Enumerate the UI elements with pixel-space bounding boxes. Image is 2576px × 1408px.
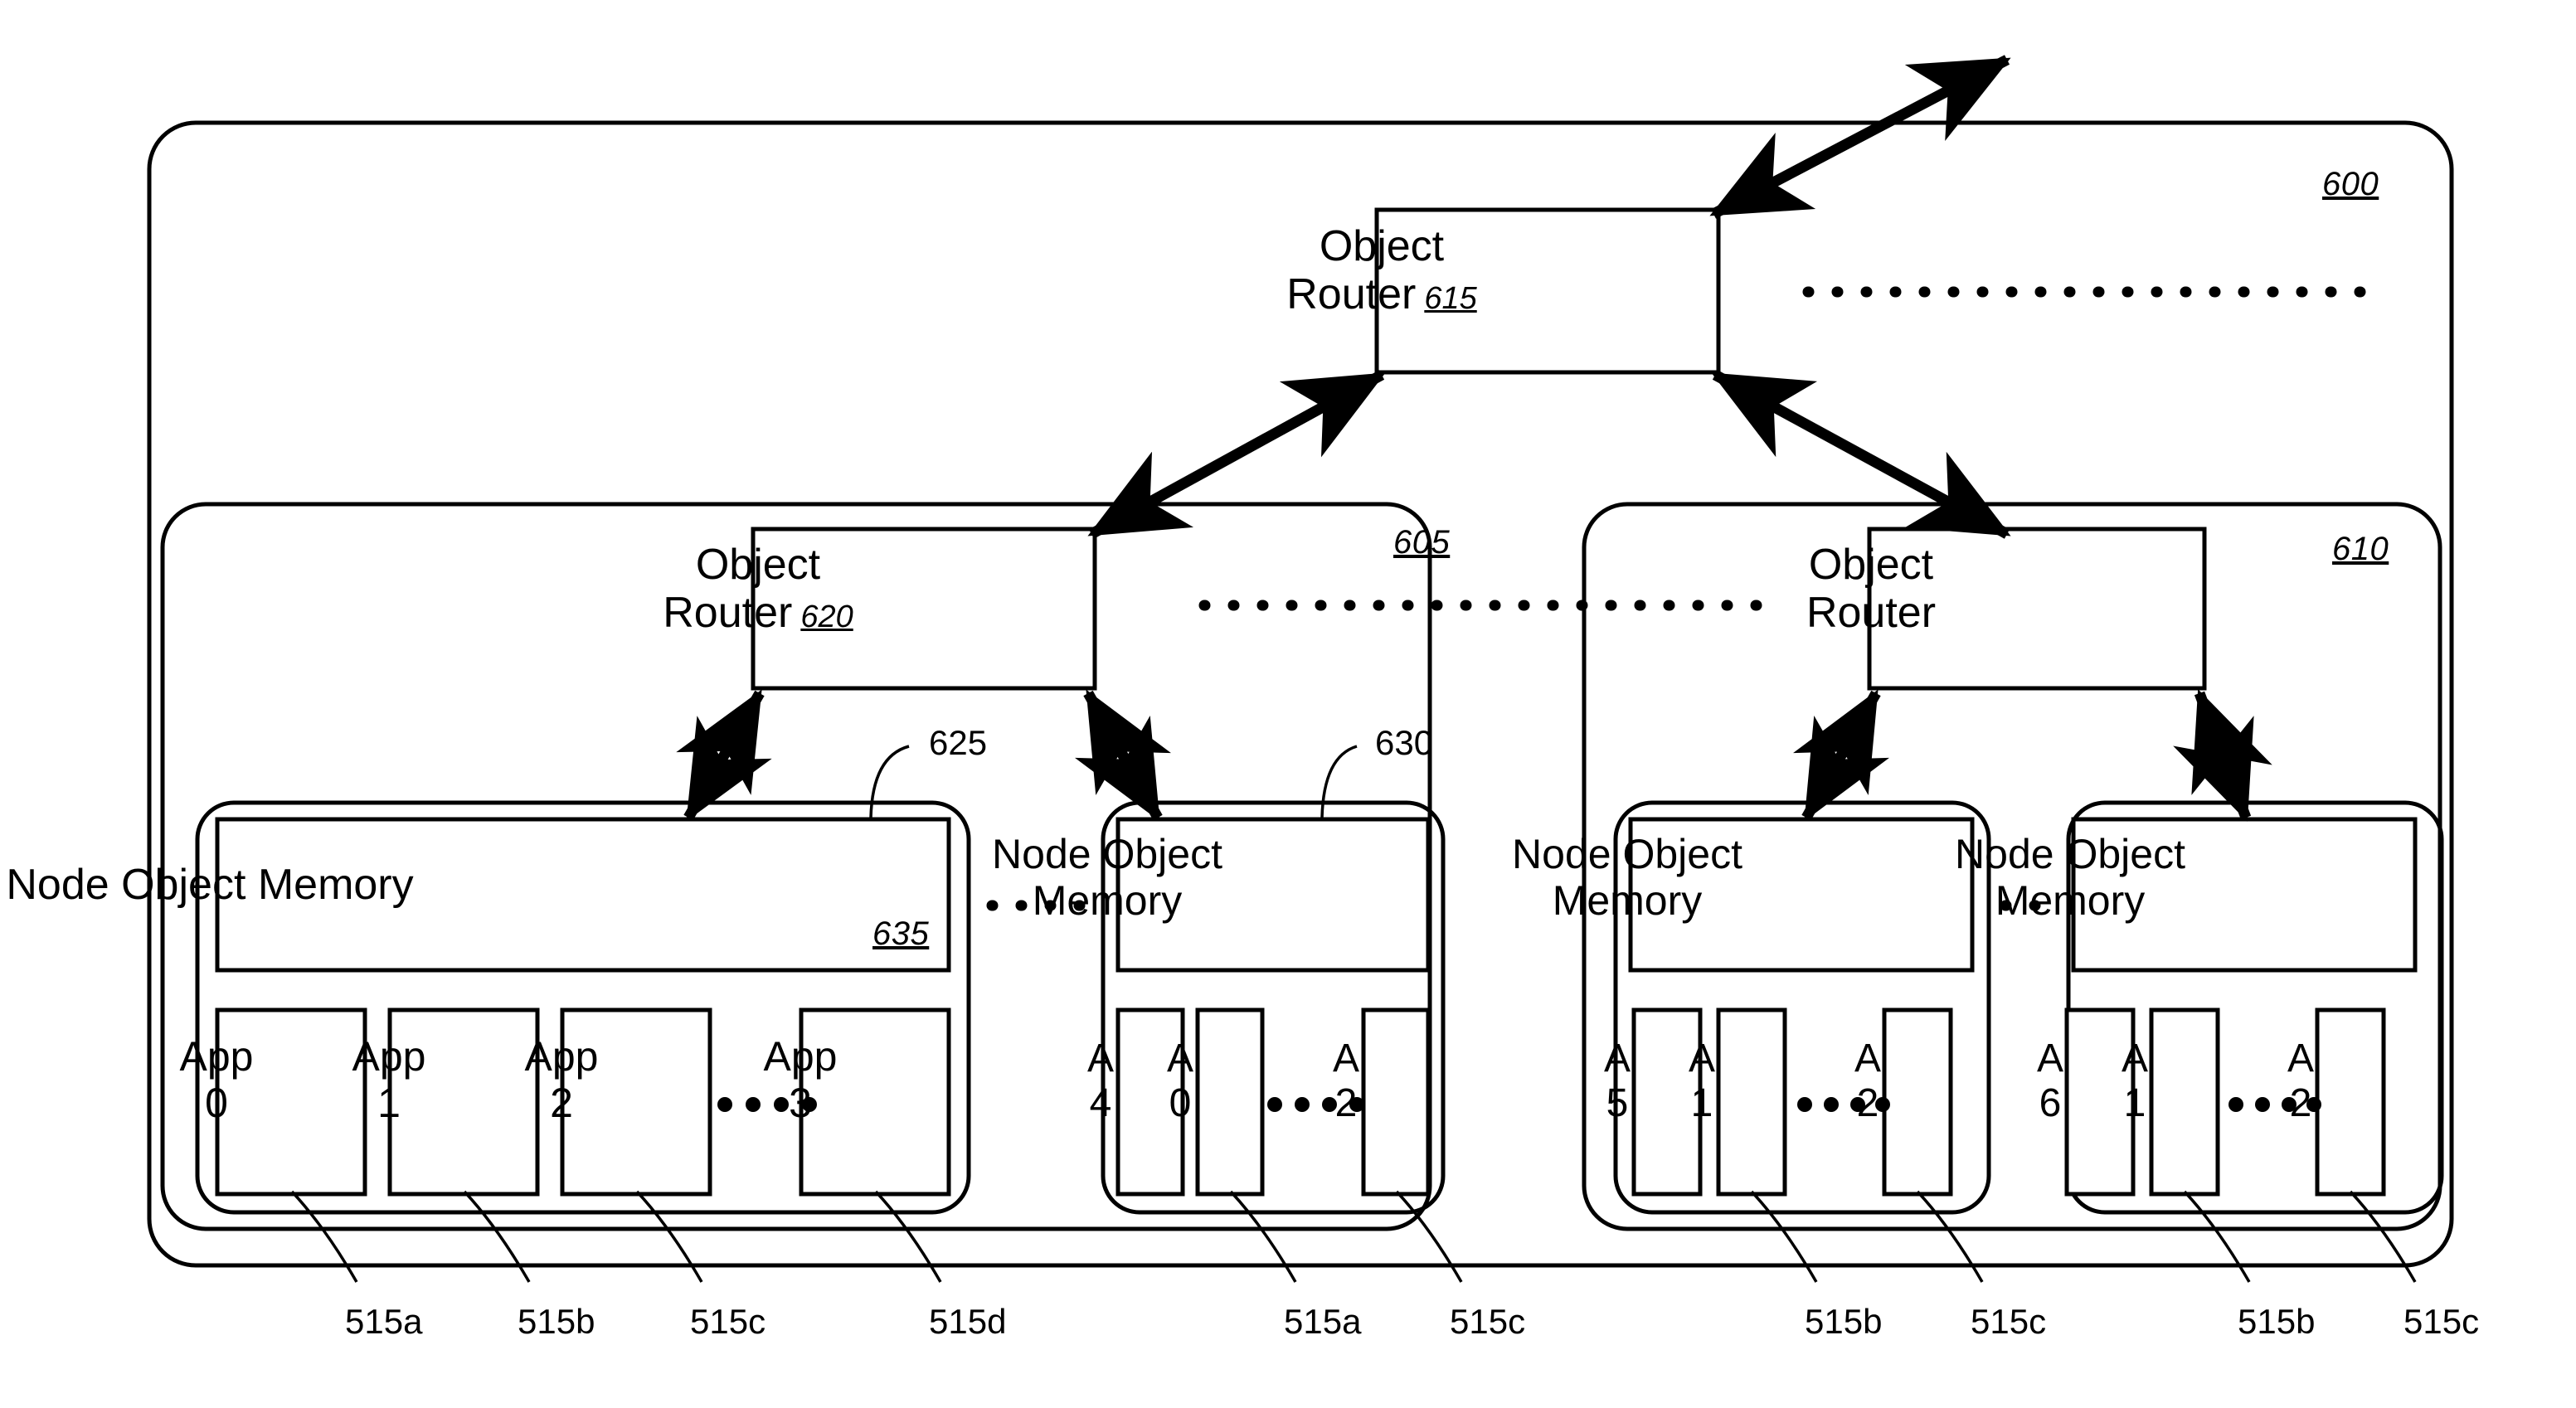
leader-630 — [1320, 745, 1358, 818]
node-b-app-1-line2: 0 — [1169, 1080, 1192, 1125]
bottom-ref-2: 515c — [690, 1302, 766, 1341]
leader-bottom-515d — [874, 1190, 942, 1283]
node-d-app-1-line2: 1 — [2123, 1080, 2146, 1125]
bottom-ref-7: 515c — [1971, 1302, 2047, 1341]
node-a-memory-text: Node Object Memory — [6, 861, 414, 909]
node-a-app-1-line1: App — [352, 1033, 426, 1080]
node-a-app-3-line1: App — [763, 1033, 838, 1080]
router-615-ref: 615 — [1424, 281, 1477, 317]
node-c-app-1-line2: 1 — [1690, 1080, 1713, 1125]
node-b-app-2-line2: 2 — [1334, 1080, 1358, 1125]
node-group-label-610: 610 — [2332, 531, 2389, 567]
bottom-ref-4: 515a — [1284, 1302, 1362, 1341]
router-615-line2: Router — [1286, 270, 1417, 319]
bottom-ref-5: 515c — [1450, 1302, 1526, 1341]
router-620-line1: Object — [695, 541, 821, 589]
node-d-app-2-line1: A — [2287, 1037, 2314, 1080]
node-c-app-1-line1: A — [1688, 1037, 1715, 1080]
bottom-ref-6: 515b — [1805, 1302, 1883, 1341]
node-a-app-0-line1: App — [179, 1033, 254, 1080]
node-a-app-2-line2: 2 — [550, 1080, 573, 1126]
node-b-app-1-line1: A — [1166, 1037, 1193, 1080]
leader-bottom-515b-2 — [1750, 1190, 1818, 1283]
router-620-line2: Router — [663, 589, 793, 638]
node-a-app-0-line2: 0 — [205, 1080, 228, 1126]
patent-figure: 600 605 610 Object Router 615 Object Rout… — [0, 0, 2576, 1408]
leader-625 — [869, 745, 910, 818]
node-d-app-1-line1: A — [2121, 1037, 2148, 1080]
node-group-label-605: 605 — [1393, 524, 1451, 561]
node-c-app-2-line2: 2 — [1856, 1080, 1879, 1125]
node-b-app-2-line1: A — [1332, 1037, 1359, 1080]
arrow-router620-to-node-b — [1075, 689, 1171, 822]
router-right-line1: Object — [1808, 541, 1934, 589]
router-615-line2-wrap: Router 615 — [1216, 270, 1548, 318]
leader-bottom-515b-3 — [2183, 1190, 2251, 1283]
arrow-router-right-to-node-c — [1793, 689, 1889, 822]
leader-bottom-515c-4 — [2349, 1190, 2417, 1283]
diagram-vector-layer — [147, 55, 2454, 1283]
bottom-ref-3: 515d — [929, 1302, 1007, 1341]
leader-bottom-515a-2 — [1229, 1190, 1297, 1283]
node-d-memory-line1: Node Object — [1955, 831, 2185, 877]
bottom-ref-1: 515b — [518, 1302, 595, 1341]
node-a-app-1-line2: 1 — [377, 1080, 401, 1126]
node-c-app-2-line1: A — [1854, 1037, 1881, 1080]
callout-label-630: 630 — [1375, 723, 1434, 762]
callout-label-625: 625 — [929, 723, 988, 762]
node-a-app-3-line2: 3 — [789, 1080, 812, 1126]
node-c-memory-line2: Memory — [1552, 877, 1703, 924]
node-b-memory-line1: Node Object — [992, 831, 1222, 877]
arrow-router620-to-node-a — [676, 689, 772, 822]
router-620-line2-wrap: Router 620 — [592, 589, 924, 637]
node-c-memory-line1: Node Object — [1512, 831, 1742, 877]
leader-bottom-515c-1 — [635, 1190, 703, 1283]
bottom-ref-0: 515a — [345, 1302, 423, 1341]
arrow-router-right-to-node-d — [2173, 689, 2272, 822]
bottom-ref-8: 515b — [2238, 1302, 2316, 1341]
arrow-router615-to-router-right — [1711, 370, 2011, 539]
bottom-ref-9: 515c — [2403, 1302, 2480, 1341]
node-b-memory-line2: Memory — [1032, 877, 1183, 924]
router-615-line1: Object — [1319, 222, 1445, 270]
arrow-uplink-external — [1709, 55, 2011, 219]
leader-bottom-515b-1 — [463, 1190, 531, 1283]
node-d-memory-line2: Memory — [1995, 877, 2146, 924]
node-a-memory-ref-635: 635 — [872, 915, 930, 952]
arrow-router620-to-router615 — [1087, 370, 1386, 539]
leader-bottom-515a-1 — [290, 1190, 358, 1283]
router-right-line2: Router — [1806, 589, 1937, 638]
node-a-app-2-line1: App — [524, 1033, 599, 1080]
router-620-ref: 620 — [800, 600, 853, 635]
outer-boundary-label-600: 600 — [2322, 166, 2379, 202]
node-d-app-2-line2: 2 — [2289, 1080, 2312, 1125]
